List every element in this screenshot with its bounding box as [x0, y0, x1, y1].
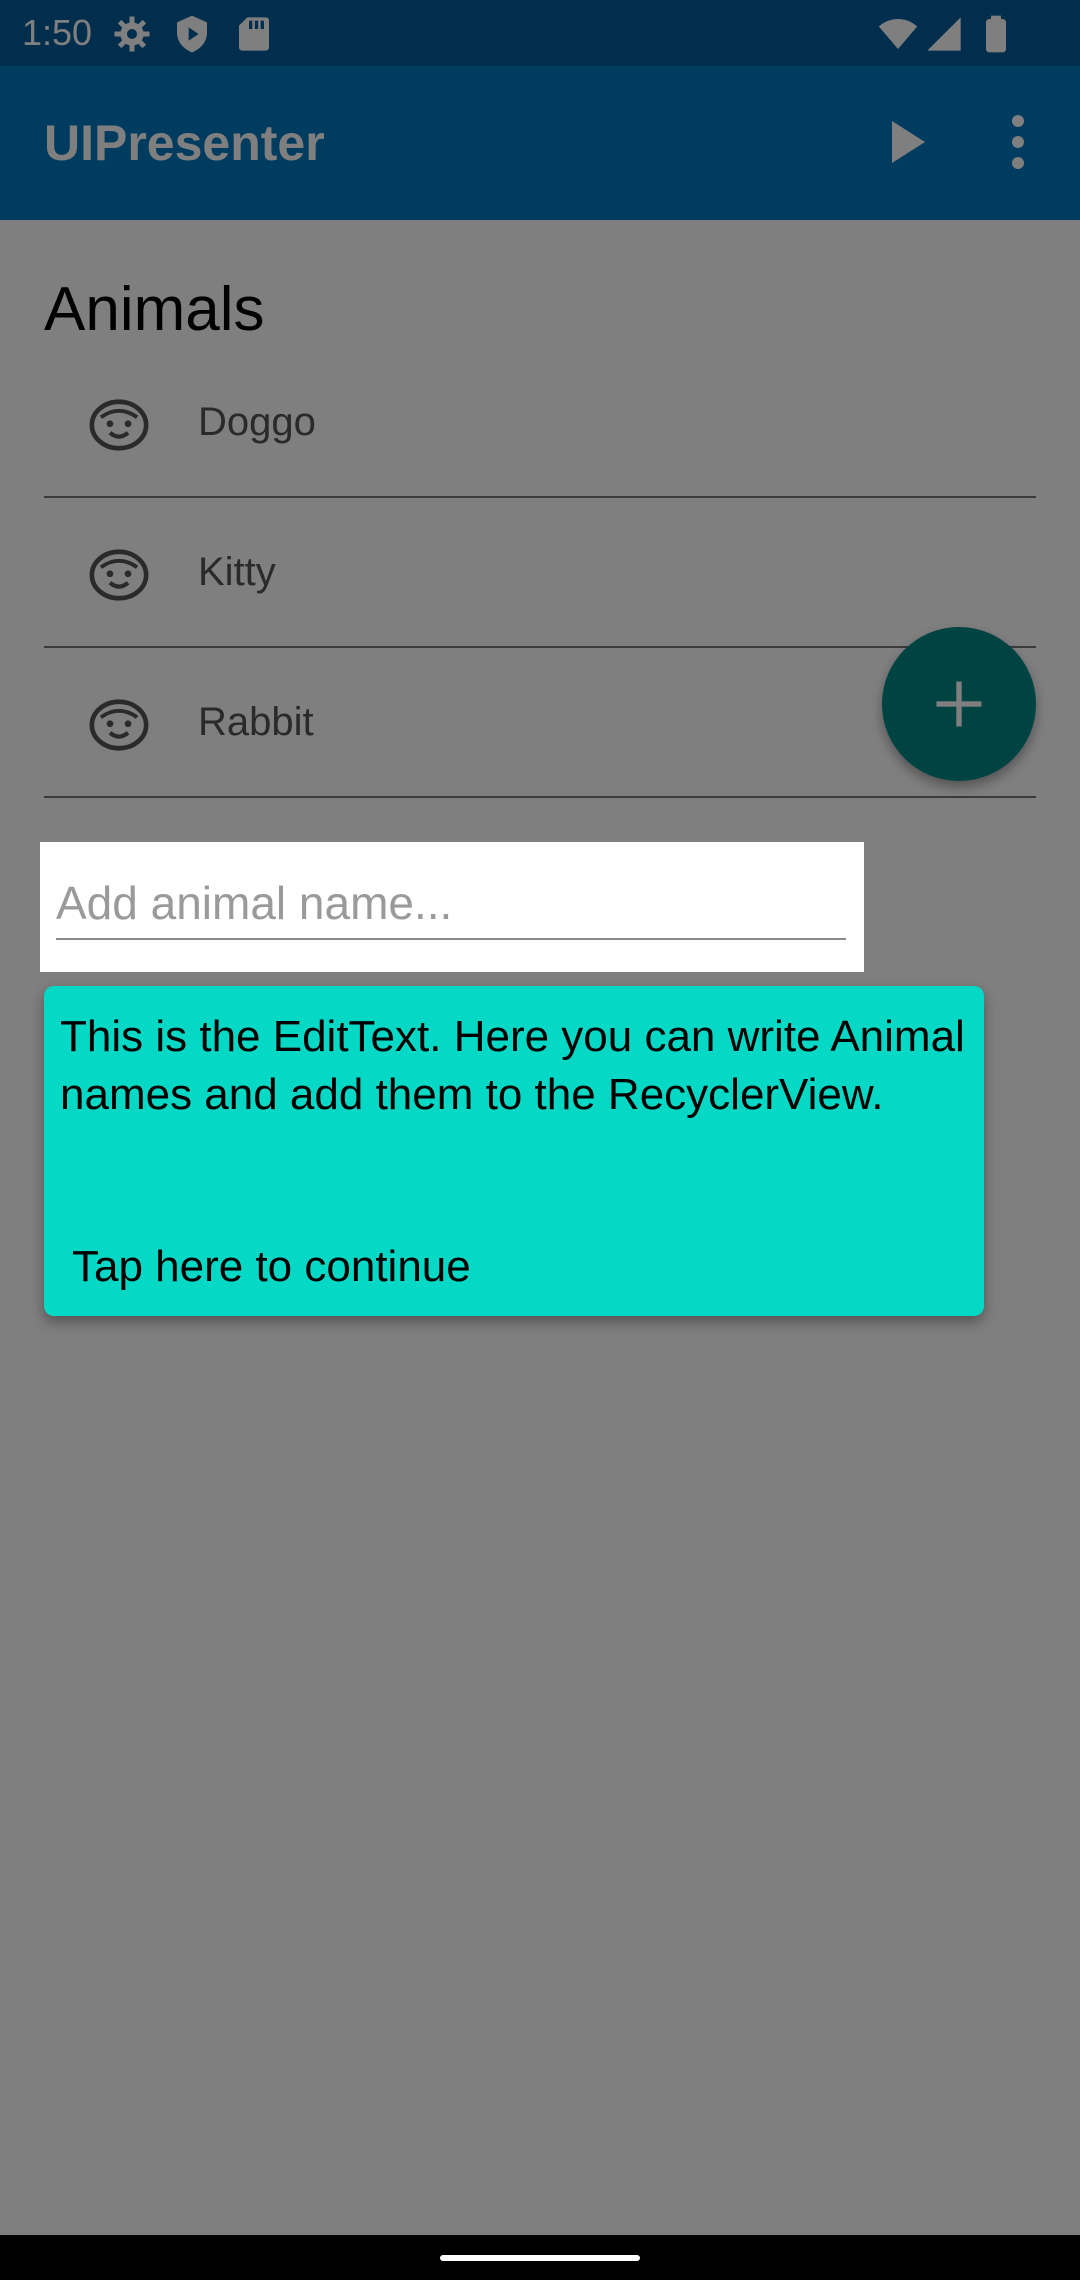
highlighted-edittext: [40, 842, 864, 972]
animal-name-input[interactable]: [56, 868, 846, 940]
home-handle[interactable]: [440, 2255, 640, 2261]
navigation-bar: [0, 2235, 1080, 2280]
tooltip-message: This is the EditText. Here you can write…: [60, 1012, 965, 1119]
tutorial-tooltip[interactable]: This is the EditText. Here you can write…: [44, 986, 984, 1316]
tap-to-continue[interactable]: Tap here to continue: [72, 1238, 471, 1296]
